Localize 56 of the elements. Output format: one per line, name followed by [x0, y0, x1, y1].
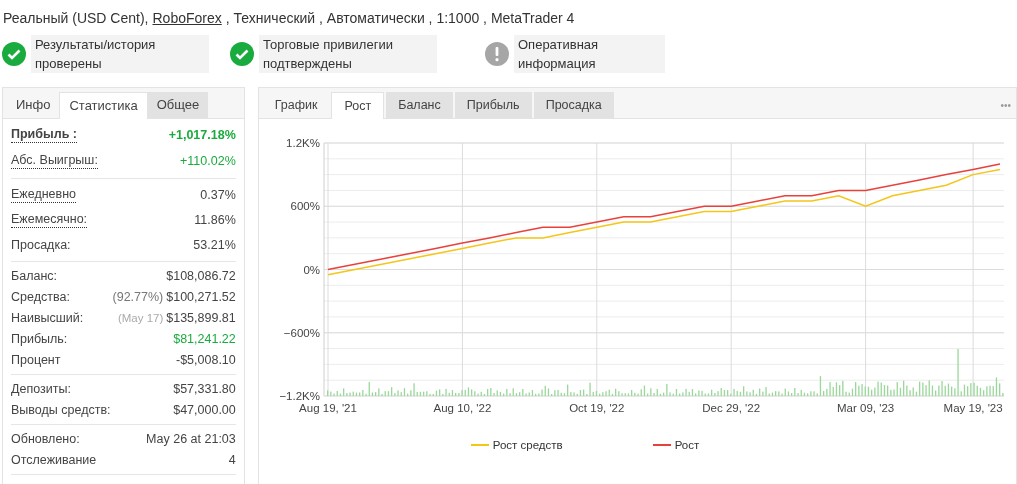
stat-value: $135,899.81	[166, 310, 236, 325]
stat-value: $81,241.22	[173, 331, 236, 346]
status-label: Результаты/история проверены	[31, 35, 209, 73]
stat-value: 53.21%	[193, 237, 236, 252]
stat-value: $57,331.80	[173, 381, 236, 396]
chart-tab[interactable]: Рост	[331, 92, 385, 119]
y-axis-label: 600%	[290, 200, 320, 213]
x-axis-label: Dec 29, '22	[702, 402, 760, 414]
legend-label: Рост средств	[492, 439, 563, 451]
stat-label: Наивысший:	[11, 310, 84, 325]
x-axis-label: Oct 19, '22	[568, 402, 625, 414]
y-axis-label: −600%	[283, 326, 320, 339]
status-label: Торговые привилегии подтверждены	[259, 35, 437, 73]
stat-value: $100,271.52	[166, 289, 236, 304]
stat-label: Абс. Выигрыш:	[11, 153, 98, 169]
legend-label: Рост	[674, 439, 700, 451]
x-axis-label: Aug 19, '21	[298, 402, 357, 414]
chart-tab[interactable]: Прибыль	[454, 92, 532, 118]
stat-label: Процент	[11, 352, 61, 367]
stats-tab[interactable]: Статистика	[59, 92, 148, 119]
y-axis-label: −1.2K%	[279, 390, 320, 402]
stat-label: Средства:	[11, 289, 70, 304]
stat-label: Депозиты:	[11, 381, 71, 396]
stat-value: -$5,008.10	[176, 352, 236, 367]
stat-value: 0.37%	[200, 187, 236, 202]
stat-note: (May 17)	[117, 311, 164, 324]
stat-label: Ежемесячно:	[11, 211, 88, 228]
x-axis-label: Aug 10, '22	[433, 402, 492, 414]
stat-value: 11.86%	[194, 212, 236, 227]
chart-tab[interactable]: Баланс	[386, 92, 453, 118]
stat-label: Ежедневно	[11, 186, 77, 203]
stat-note: (92.77%)	[112, 289, 164, 304]
stat-value: $47,000.00	[173, 402, 236, 417]
exclamation-icon	[485, 42, 509, 66]
y-axis-label: 1.2K%	[285, 137, 320, 149]
checkmark-icon	[230, 42, 254, 66]
account-summary: Реальный (USD Cent), RoboForex , Технический , Автоматически , 1:1000 , MetaTrader 4	[2, 9, 576, 28]
x-axis-label: May 19, '23	[943, 402, 1003, 414]
status-label: Оперативная информация	[514, 35, 665, 73]
stat-value: $108,086.72	[166, 268, 236, 283]
y-axis-label: 0%	[303, 263, 320, 276]
broker-link[interactable]: RoboForex	[152, 10, 222, 26]
chart-tab[interactable]: Просадка	[533, 92, 614, 118]
stat-value: +1,017.18%	[168, 128, 236, 142]
stat-label: Выводы средств:	[11, 402, 111, 417]
stat-value: +110.02%	[180, 154, 236, 168]
stat-label: Прибыль:	[11, 331, 68, 346]
stat-value: 4	[228, 452, 236, 467]
stat-label: Баланс:	[11, 268, 58, 283]
x-axis-label: Mar 09, '23	[836, 402, 894, 414]
stats-tab[interactable]: Общее	[147, 92, 209, 118]
stat-label: Прибыль :	[11, 127, 77, 143]
stat-label: Отслеживание	[11, 452, 97, 467]
stat-label: Обновлено:	[11, 431, 80, 446]
stat-value: May 26 at 21:03	[146, 431, 236, 446]
stat-label: Просадка:	[11, 237, 71, 252]
